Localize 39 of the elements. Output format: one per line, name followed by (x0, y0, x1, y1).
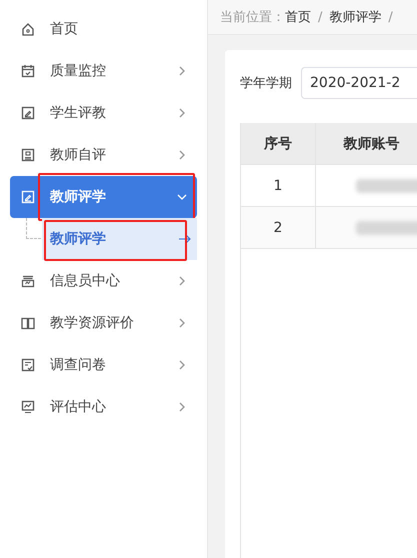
menu-item[interactable]: 信息员中心 (10, 260, 197, 302)
menu-icon (20, 21, 36, 37)
semester-select[interactable]: 2020-2021-2 (301, 67, 417, 99)
breadcrumb-link[interactable]: 教师评学 (329, 8, 382, 26)
table-cell: 2 (241, 207, 316, 248)
chevron-icon (177, 360, 187, 370)
column-header: 教师账号 (342, 134, 400, 154)
menu-icon (20, 189, 36, 205)
menu-item[interactable]: 教师自评 (10, 134, 197, 176)
menu-item[interactable]: 评估中心 (10, 386, 197, 428)
filter-label: 学年学期 (240, 75, 292, 92)
menu-item[interactable]: 学生评教 (10, 92, 197, 134)
chevron-icon (177, 108, 187, 118)
chevron-icon (177, 318, 187, 328)
breadcrumb-link[interactable]: 首页 (285, 8, 311, 26)
menu-item[interactable]: 首页 (10, 8, 197, 50)
menu-icon (20, 315, 36, 331)
chevron-icon (177, 276, 187, 286)
menu-icon (20, 273, 36, 289)
menu-icon (20, 105, 36, 121)
menu-item[interactable]: 教学资源评价 (10, 302, 197, 344)
menu-icon (20, 147, 36, 163)
menu-item[interactable]: 质量监控 (10, 50, 197, 92)
table-cell: 1 (241, 165, 316, 206)
arrow-icon (179, 234, 191, 244)
breadcrumb-label: 当前位置： (220, 9, 285, 26)
menu-icon (20, 357, 36, 373)
breadcrumb-separator: / (388, 10, 393, 24)
chevron-icon (177, 402, 187, 412)
menu-item[interactable]: 教师评学 (10, 176, 197, 218)
menu-item[interactable]: 调查问卷 (10, 344, 197, 386)
menu-icon (20, 63, 36, 79)
menu-icon (20, 399, 36, 415)
submenu-item[interactable]: 教师评学 (42, 218, 197, 260)
chevron-icon (177, 192, 187, 202)
breadcrumb-separator: / (318, 10, 322, 24)
chevron-icon (177, 150, 187, 160)
column-header: 序号 (241, 123, 316, 164)
chevron-icon (177, 66, 187, 76)
